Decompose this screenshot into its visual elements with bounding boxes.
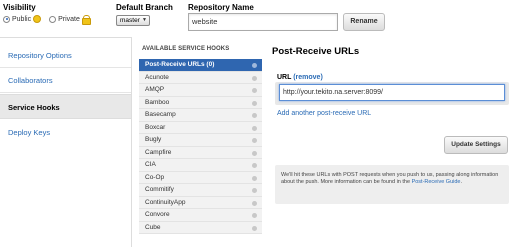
status-dot-icon [252, 63, 257, 68]
visibility-label: Visibility [3, 3, 36, 12]
settings-sidebar: Repository Options Collaborators Service… [0, 37, 132, 247]
hook-item[interactable]: Convore [139, 209, 262, 222]
sidebar-item-collaborators[interactable]: Collaborators [0, 68, 131, 93]
hook-item[interactable]: Commitify [139, 184, 262, 197]
repository-name-label: Repository Name [188, 3, 254, 12]
hook-item[interactable]: AMQP [139, 84, 262, 97]
hook-label: Co-Op [145, 173, 165, 181]
hook-label: Bugly [145, 136, 162, 143]
status-dot-icon [252, 138, 257, 143]
hook-label: ContinuityApp [145, 198, 186, 206]
hook-item-post-receive-urls[interactable]: Post-Receive URLs (0) [139, 59, 262, 72]
status-dot-icon [252, 188, 257, 193]
hook-item[interactable]: Boxcar [139, 121, 262, 134]
hook-label: Post-Receive URLs (0) [145, 61, 215, 68]
default-branch-select[interactable]: master ▼ [116, 15, 150, 26]
status-dot-icon [252, 113, 257, 118]
hook-item[interactable]: CIA [139, 159, 262, 172]
url-field-container: http://your.tekito.na.server:8099/ [275, 82, 509, 105]
status-dot-icon [252, 150, 257, 156]
public-repo-icon [33, 15, 42, 23]
status-dot-icon [252, 213, 257, 218]
hook-label: Campfire [145, 148, 172, 156]
url-label-text: URL [277, 74, 292, 81]
info-text: We'll hit these URLs with POST requests … [281, 172, 499, 185]
add-url-link[interactable]: Add another post-receive URL [277, 110, 371, 117]
hook-item[interactable]: Bugly [139, 134, 262, 147]
hook-label: Cube [145, 223, 161, 231]
sidebar-item-repository-options[interactable]: Repository Options [0, 43, 131, 68]
status-dot-icon [252, 125, 257, 131]
url-label: URL (remove) [277, 74, 323, 81]
lock-icon [81, 15, 91, 25]
hook-item[interactable]: Acunote [139, 71, 262, 84]
hook-item[interactable]: Basecamp [139, 109, 262, 122]
info-box: We'll hit these URLs with POST requests … [275, 165, 509, 204]
repo-settings-header: Visibility Public Private Default Branch… [0, 0, 512, 37]
visibility-options: Public Private [3, 15, 91, 25]
private-label[interactable]: Private [58, 16, 80, 23]
repository-name-input[interactable]: website [188, 13, 338, 31]
hook-item[interactable]: ContinuityApp [139, 196, 262, 209]
update-settings-button[interactable]: Update Settings [444, 136, 508, 154]
service-hooks-list: AVAILABLE SERVICE HOOKS Post-Receive URL… [139, 44, 262, 247]
hook-item[interactable]: Campfire [139, 146, 262, 159]
public-radio[interactable] [3, 15, 10, 23]
remove-url-link[interactable]: (remove) [293, 74, 323, 81]
sidebar-item-deploy-keys[interactable]: Deploy Keys [0, 120, 131, 145]
hook-item[interactable]: Co-Op [139, 171, 262, 184]
default-branch-value: master [120, 17, 140, 24]
hook-label: Commitify [145, 186, 174, 193]
status-dot-icon [252, 88, 257, 93]
sidebar-item-service-hooks[interactable]: Service Hooks [0, 94, 131, 119]
private-radio[interactable] [49, 15, 57, 23]
hook-item[interactable]: Bamboo [139, 96, 262, 109]
status-dot-icon [252, 100, 257, 106]
hook-label: AMQP [145, 86, 165, 93]
hooks-list-title: AVAILABLE SERVICE HOOKS [142, 46, 230, 52]
hook-label: Convore [145, 211, 170, 218]
status-dot-icon [252, 175, 257, 181]
status-dot-icon [252, 200, 257, 206]
hook-label: CIA [145, 161, 156, 168]
hook-label: Acunote [145, 73, 169, 81]
public-label[interactable]: Public [12, 16, 31, 23]
status-dot-icon [252, 75, 257, 81]
hook-label: Bamboo [145, 98, 170, 106]
post-receive-guide-link[interactable]: Post-Receive Guide [412, 179, 461, 185]
post-receive-panel: Post-Receive URLs URL (remove) http://yo… [272, 44, 512, 247]
info-end: . [460, 179, 463, 185]
status-dot-icon [252, 225, 257, 231]
default-branch-label: Default Branch [116, 3, 173, 12]
rename-button[interactable]: Rename [343, 13, 385, 31]
hook-label: Boxcar [145, 123, 166, 131]
post-receive-url-input[interactable]: http://your.tekito.na.server:8099/ [279, 84, 505, 101]
status-dot-icon [252, 163, 257, 168]
hook-label: Basecamp [145, 111, 176, 118]
hook-item[interactable]: Cube [139, 221, 262, 234]
chevron-down-icon: ▼ [142, 17, 147, 23]
panel-title: Post-Receive URLs [272, 46, 360, 57]
